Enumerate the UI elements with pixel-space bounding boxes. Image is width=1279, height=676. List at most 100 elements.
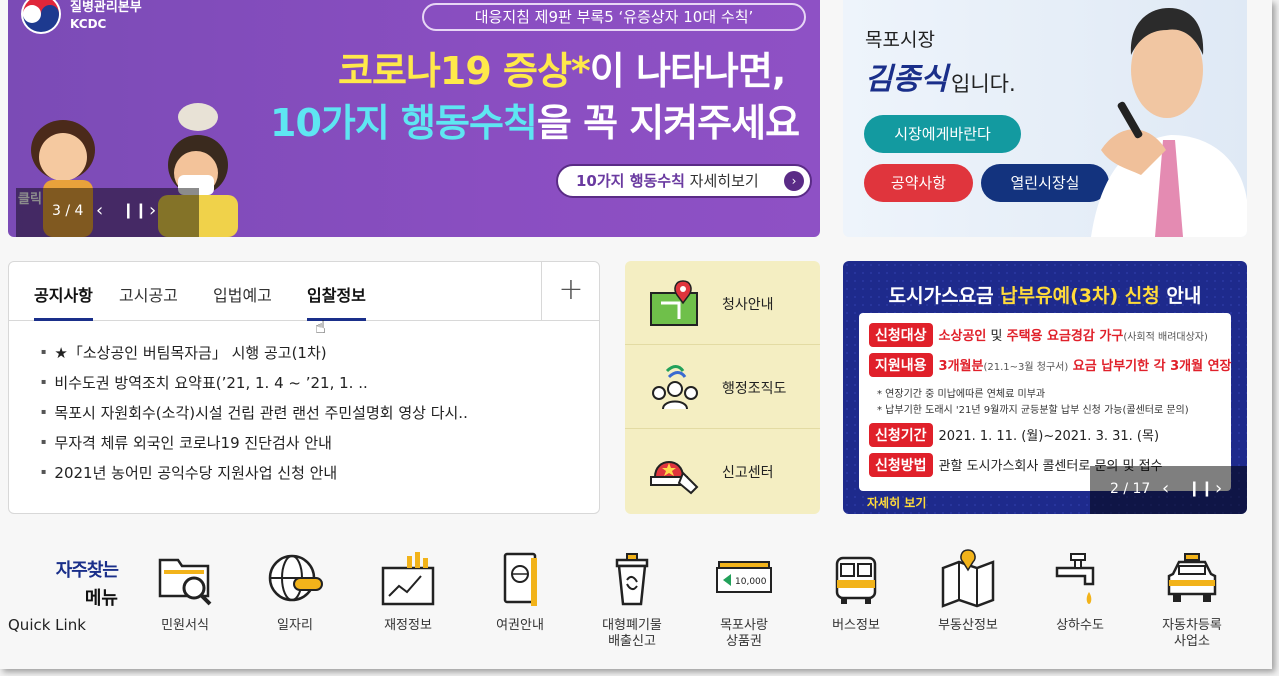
quicklink-item[interactable]: 부동산정보 <box>913 548 1023 634</box>
quicklink-item[interactable]: 자동차등록 사업소 <box>1137 548 1247 650</box>
pause-icon[interactable]: ❙❙ <box>1188 479 1213 497</box>
gas-banner-controls: 2 / 17 ‹ ❙❙ › <box>1090 466 1247 514</box>
mayor-name: 김종식 <box>865 62 948 97</box>
gas-title-part1: 도시가스요금 <box>888 285 1001 307</box>
gas-info-card: 신청대상 소상공인 및 주택용 요금경감 가구(사회적 배려대상자) 지원내용 3개… <box>859 313 1232 491</box>
quicklink-label: 버스정보 <box>832 618 880 633</box>
headline2-highlight: 10가지 행동수칙 <box>270 101 538 145</box>
gas-tag: 지원내용 <box>869 353 933 377</box>
quicklink-label: 상하수도 <box>1056 618 1104 633</box>
headline1-highlight: 코로나19 증상* <box>338 49 591 93</box>
headline1-rest: 이 나타나면, <box>589 49 786 93</box>
gas-row-period: 신청기간 2021. 1. 11. (월)~2021. 3. 31. (목) <box>869 423 1159 447</box>
gas-text: 2021. 1. 11. (월)~2021. 3. 31. (목) <box>938 429 1160 444</box>
tab-legislation[interactable]: 입법예고 <box>213 282 272 321</box>
tab-bid[interactable]: 입찰정보 <box>307 282 366 321</box>
pause-icon[interactable]: ❙❙ <box>122 201 147 219</box>
finance-chart-icon <box>381 552 435 606</box>
service-panel: 청사안내 행정조직도 신고센터 <box>625 261 820 514</box>
gas-note: * 연장기간 중 미납에따른 연체료 미부과 <box>877 389 1046 400</box>
globe-search-icon <box>268 554 323 602</box>
tab-notice[interactable]: 공지사항 <box>34 282 93 321</box>
list-item[interactable]: ★「소상공인 버팀목자금」 시행 공고(1차) <box>41 342 468 372</box>
quicklink-label: 민원서식 <box>161 618 209 633</box>
quicklink-label: 대형폐기물 배출신고 <box>602 618 662 649</box>
notice-board: 공지사항 고시공고 입법예고 입찰정보 + ☝ ★「소상공인 버팀목자금」 시행… <box>8 261 600 514</box>
gas-more-link[interactable]: 자세히 보기 <box>867 494 926 511</box>
service-org-chart[interactable]: 행정조직도 <box>625 345 820 429</box>
list-item[interactable]: 목포시 자원회수(소각)시설 건립 관련 랜선 주민설명회 영상 다시.. <box>41 402 467 432</box>
tab-announcement[interactable]: 고시공고 <box>119 282 178 321</box>
gas-title: 도시가스요금 납부유예(3차) 신청 안내 <box>843 281 1247 308</box>
gas-red: 요금 납부기한 각 3개월 연장 <box>1068 359 1232 374</box>
quicklink-label: 부동산정보 <box>938 618 998 633</box>
page-frame: 질병관리본부 KCDC 대응지침 제9판 부록5 ‘유증상자 10대 수칙’ 코… <box>0 0 1272 669</box>
service-label: 청사안내 <box>722 297 774 313</box>
covid-banner[interactable]: 질병관리본부 KCDC 대응지침 제9판 부록5 ‘유증상자 10대 수칙’ 코… <box>8 0 820 237</box>
arrow-right-icon: › <box>784 171 804 191</box>
quicklink-item[interactable]: 여권안내 <box>465 548 575 634</box>
quicklink-label: 재정정보 <box>384 618 432 633</box>
quicklink-label: 목포사랑 상품권 <box>720 618 768 649</box>
guide-pill: 대응지침 제9판 부록5 ‘유증상자 10대 수칙’ <box>422 3 806 31</box>
gas-tag: 신청대상 <box>869 323 933 347</box>
detail-button[interactable]: 10가지 행동수칙 자세히보기 › <box>556 164 812 198</box>
mayor-wish-button[interactable]: 시장에게바란다 <box>864 115 1021 153</box>
quicklink-item[interactable]: 상하수도 <box>1025 548 1135 634</box>
svg-text:10,000: 10,000 <box>735 577 767 587</box>
mayor-title: 목포시장 <box>865 29 935 51</box>
quicklink-label: 여권안내 <box>496 618 544 633</box>
banner-counter: 3 / 4 <box>52 203 84 219</box>
quicklink-title-en: Quick Link <box>8 616 86 634</box>
service-label: 신고센터 <box>722 465 774 481</box>
quicklink-label: 일자리 <box>277 618 313 633</box>
water-tap-icon <box>1055 553 1095 604</box>
trash-bin-icon <box>615 553 649 606</box>
quicklink-item[interactable]: 재정정보 <box>353 548 463 634</box>
headline-line2: 10가지 행동수칙을 꼭 지켜주세요 <box>270 92 800 147</box>
chevron-left-icon[interactable]: ‹ <box>1162 478 1169 499</box>
service-report-center[interactable]: 신고센터 <box>625 429 820 513</box>
service-office-guide[interactable]: 청사안내 <box>625 261 820 345</box>
quicklink-label: 자동차등록 사업소 <box>1162 618 1222 649</box>
list-item[interactable]: 비수도권 방역조치 요약표(’21, 1. 4 ~ ’21, 1. .. <box>41 372 468 402</box>
gas-counter: 2 / 17 <box>1110 481 1151 497</box>
quicklink-item[interactable]: 일자리 <box>240 548 350 634</box>
quicklink-item[interactable]: 대형폐기물 배출신고 <box>577 548 687 650</box>
service-label: 행정조직도 <box>722 381 787 397</box>
gas-payment-banner[interactable]: 도시가스요금 납부유예(3차) 신청 안내 신청대상 소상공인 및 주택용 요금경… <box>843 261 1247 514</box>
quicklink-item[interactable]: 10,000 목포사랑 상품권 <box>689 548 799 650</box>
building-map-icon <box>650 280 698 326</box>
list-item[interactable]: 2021년 농어민 공익수당 지원사업 신청 안내 <box>41 462 468 492</box>
kcdc-logo-icon <box>21 0 61 34</box>
chevron-right-icon[interactable]: › <box>1215 478 1222 499</box>
mayor-suffix: 입니다. <box>951 72 1016 96</box>
gas-tag: 신청방법 <box>869 453 933 477</box>
hand-cursor-icon: ☝ <box>315 317 326 338</box>
gas-small: (사회적 배려대상자) <box>1123 332 1208 343</box>
banner-controls: 3 / 4 ‹ ❙❙ › <box>16 188 199 237</box>
gas-title-highlight: 납부유예(3차) 신청 <box>1000 285 1160 307</box>
mayor-box: 목포시장 김종식 입니다. 시장에게바란다 공약사항 열린시장실 <box>843 0 1247 237</box>
list-item[interactable]: 무자격 체류 외국인 코로나19 진단검사 안내 <box>41 432 468 462</box>
siren-report-icon <box>650 461 699 495</box>
quicklink-item[interactable]: 민원서식 <box>130 548 240 634</box>
quicklink-item[interactable]: 버스정보 <box>801 548 911 634</box>
notice-list: ★「소상공인 버팀목자금」 시행 공고(1차) 비수도권 방역조치 요약표(’2… <box>41 342 468 492</box>
org-sub: KCDC <box>70 17 107 31</box>
gas-text: 및 <box>986 329 1007 344</box>
gas-red: 3개월분 <box>938 359 984 374</box>
chevron-right-icon[interactable]: › <box>149 200 156 221</box>
gas-tag: 신청기간 <box>869 423 933 447</box>
more-plus-button[interactable]: + <box>541 262 600 321</box>
gas-row-target: 신청대상 소상공인 및 주택용 요금경감 가구(사회적 배려대상자) <box>869 323 1208 347</box>
mayor-photo-icon <box>1091 8 1247 237</box>
gas-red: 주택용 요금경감 가구 <box>1006 329 1124 344</box>
chevron-left-icon[interactable]: ‹ <box>96 200 103 221</box>
gas-note: * 납부기한 도래시 '21년 9월까지 균등분할 납부 신청 가능(콜센터로 … <box>877 405 1189 416</box>
notice-tabs: 공지사항 고시공고 입법예고 입찰정보 <box>9 262 541 321</box>
org-chart-icon <box>652 365 698 410</box>
mayor-pledge-button[interactable]: 공약사항 <box>864 164 973 202</box>
org-name: 질병관리본부 <box>70 0 142 15</box>
gift-voucher-icon: 10,000 <box>716 561 772 593</box>
